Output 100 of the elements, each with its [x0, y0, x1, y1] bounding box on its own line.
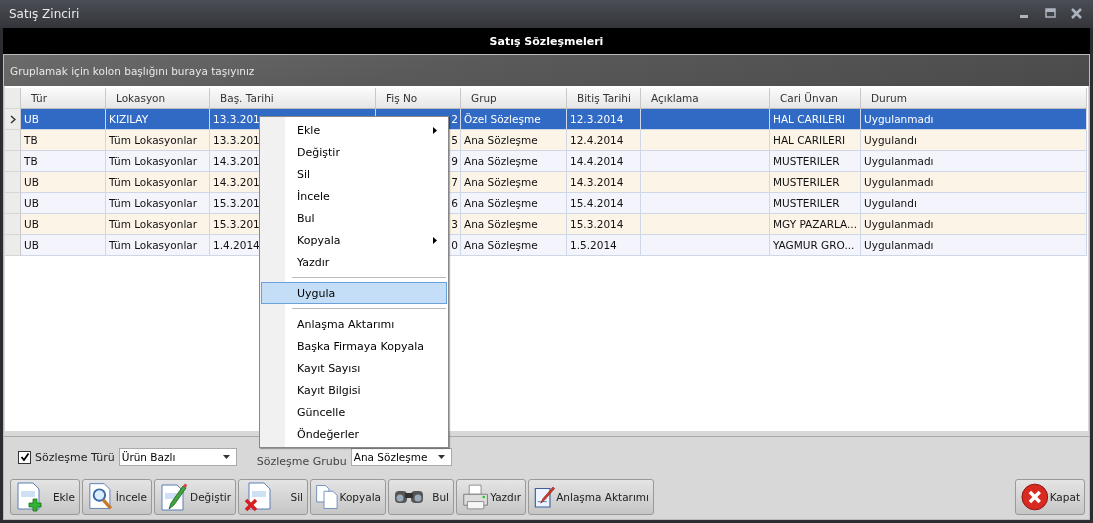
group-hint: Gruplamak için kolon başlığını buraya taşıyınız	[10, 64, 255, 77]
menu-item[interactable]: Anlaşma Aktarımı	[261, 313, 447, 335]
menu-item[interactable]: Kayıt Sayısı	[261, 357, 447, 379]
column-header[interactable]: Bitiş Tarihi	[567, 88, 641, 109]
toolbar-button[interactable]: Anlaşma Aktarımı	[528, 479, 654, 515]
table-cell: Ana Sözleşme	[464, 218, 538, 230]
table-cell: 12.4.2014	[570, 134, 624, 146]
panel-title: Satış Sözleşmeleri	[489, 34, 604, 48]
table-cell: TB	[24, 155, 38, 167]
row-indicator	[5, 130, 21, 151]
close-icon[interactable]	[1071, 8, 1083, 20]
table-cell: UB	[24, 113, 39, 125]
table-cell: UB	[24, 239, 39, 251]
column-header[interactable]: Grup	[461, 88, 567, 109]
toolbar-button[interactable]: Kopyala	[310, 479, 386, 515]
table-cell: Uygulandı	[864, 197, 917, 209]
row-indicator	[5, 151, 21, 172]
table-cell: Ana Sözleşme	[464, 155, 538, 167]
document-pencil-icon	[159, 481, 189, 513]
column-header[interactable]: Tür	[21, 88, 106, 109]
table-cell: 9	[451, 155, 458, 167]
table-cell: UB	[24, 176, 39, 188]
row-indicator	[5, 235, 21, 256]
document-plus-icon	[15, 481, 45, 513]
table-cell: MUSTERILER	[773, 197, 840, 209]
table-cell: UB	[24, 197, 39, 209]
row-indicator	[5, 193, 21, 214]
column-header[interactable]: Açıklama	[641, 88, 770, 109]
maximize-icon[interactable]	[1045, 8, 1057, 20]
table-cell: 13.3.201	[213, 134, 260, 146]
table-cell: HAL CARILERI	[773, 113, 846, 125]
table-cell: 6	[451, 197, 458, 209]
contract-type-dropdown[interactable]: Ürün Bazlı	[118, 448, 237, 466]
toolbar-button[interactable]: Ekle	[10, 479, 80, 515]
table-cell: Tüm Lokasyonlar	[109, 218, 198, 230]
table-cell: MGY PAZARLA...	[773, 218, 858, 230]
table-cell: 7	[451, 176, 458, 188]
table-cell: Uygulanmadı	[864, 218, 934, 230]
table-cell: Tüm Lokasyonlar	[109, 176, 198, 188]
checkbox-label: Sözleşme Türü	[35, 450, 115, 464]
row-indicator	[5, 214, 21, 235]
table-cell: Ana Sözleşme	[464, 197, 538, 209]
document-delete-icon	[243, 481, 273, 513]
table-cell: 14.3.201	[213, 176, 260, 188]
table-cell: Uygulanmadı	[864, 113, 934, 125]
submenu-arrow-icon	[433, 126, 437, 134]
table-cell: Ana Sözleşme	[464, 134, 538, 146]
table-cell: 5	[451, 134, 458, 146]
table-cell: 14.3.201	[213, 155, 260, 167]
column-header[interactable]: Cari Ünvan	[770, 88, 861, 109]
dropdown-arrow-icon[interactable]	[222, 455, 230, 459]
table-cell: Ana Sözleşme	[464, 239, 538, 251]
row-indicator-header	[5, 88, 21, 109]
contract-group-dropdown[interactable]: Ana Sözleşme	[350, 448, 452, 466]
menu-item[interactable]: Başka Firmaya Kopyala	[261, 335, 447, 357]
column-header[interactable]: Fiş No	[376, 88, 461, 109]
table-cell: Tüm Lokasyonlar	[109, 239, 198, 251]
menu-item[interactable]: Uygula	[261, 282, 447, 304]
table-cell: 2	[451, 113, 458, 125]
table-cell: Tüm Lokasyonlar	[109, 134, 198, 146]
toolbar-button[interactable]: İncele	[82, 479, 152, 515]
toolbar-button[interactable]: Sil	[238, 479, 308, 515]
table-cell: 15.4.2014	[570, 197, 624, 209]
dropdown-arrow-icon[interactable]	[437, 455, 445, 459]
table-cell: Uygulandı	[864, 134, 917, 146]
table-cell: 3	[451, 218, 458, 230]
menu-item[interactable]: Kayıt Bilgisi	[261, 379, 447, 401]
table-cell: 15.3.2014	[570, 218, 624, 230]
table-cell: UB	[24, 218, 39, 230]
table-cell: Özel Sözleşme	[464, 113, 541, 125]
table-cell: MUSTERILER	[773, 176, 840, 188]
close-button[interactable]: Kapat	[1015, 479, 1085, 515]
toolbar-button[interactable]: Değiştir	[154, 479, 236, 515]
window-title: Satış Zinciri	[9, 7, 80, 21]
table-cell: Uygulanmadı	[864, 176, 934, 188]
table-cell: 0	[451, 239, 458, 251]
toolbar-button[interactable]: Yazdır	[456, 479, 526, 515]
field-label: Sözleşme Grubu	[256, 454, 347, 468]
table-cell: Tüm Lokasyonlar	[109, 197, 198, 209]
table-cell: Uygulanmadı	[864, 155, 934, 167]
printer-icon	[461, 482, 491, 512]
table-cell: HAL CARILERI	[773, 134, 846, 146]
table-cell: 12.3.2014	[570, 113, 624, 125]
table-cell: TB	[24, 134, 38, 146]
column-header[interactable]: Durum	[861, 88, 1087, 109]
column-header[interactable]: Baş. Tarihi	[210, 88, 376, 109]
table-cell: 1.5.2014	[570, 239, 617, 251]
table-cell: 13.3.201	[213, 113, 260, 125]
close-circle-icon	[1020, 482, 1050, 512]
table-cell: 14.3.2014	[570, 176, 624, 188]
table-cell: Ana Sözleşme	[464, 176, 538, 188]
table-cell: KIZILAY	[109, 113, 149, 125]
current-row-icon	[9, 114, 16, 124]
menu-item[interactable]: Öndeğerler	[261, 423, 447, 445]
menu-item[interactable]: Güncelle	[261, 401, 447, 423]
checkbox[interactable]	[18, 450, 31, 464]
column-header[interactable]: Lokasyon	[106, 88, 210, 109]
table-cell: Tüm Lokasyonlar	[109, 155, 198, 167]
toolbar-button[interactable]: Bul	[388, 479, 454, 515]
submenu-arrow-icon	[433, 236, 437, 244]
